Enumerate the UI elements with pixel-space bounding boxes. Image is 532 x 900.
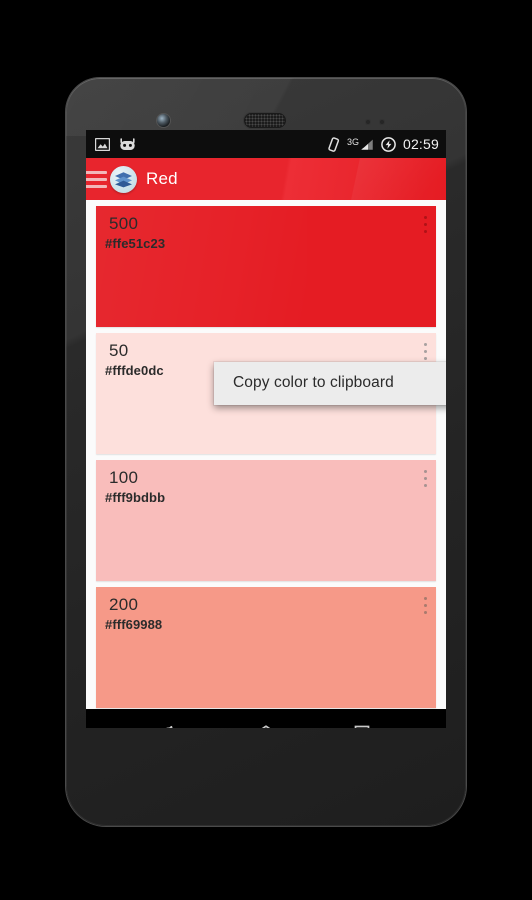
phone-screen: 3G 02:59 Red 500 #ffe51c23 50 #fffde0dc … [86, 130, 446, 728]
signal-3g-icon: 3G [346, 136, 374, 151]
front-camera-icon [157, 114, 170, 127]
status-bar-clock: 02:59 [402, 136, 439, 152]
status-bar-right-icons: 3G 02:59 [327, 136, 439, 152]
page-title: Red [146, 169, 178, 188]
status-bar: 3G 02:59 [86, 130, 446, 158]
color-hex-label: #fff69988 [105, 617, 163, 632]
cyanogenmod-icon [119, 137, 136, 151]
screenshot-notification-icon [95, 137, 110, 151]
hamburger-menu-icon[interactable] [86, 170, 107, 188]
overflow-menu-icon[interactable] [424, 597, 427, 614]
status-bar-left-icons [95, 137, 136, 151]
screenshot-stage: 3G 02:59 Red 500 #ffe51c23 50 #fffde0dc … [0, 0, 532, 900]
proximity-sensor-icon [365, 119, 371, 125]
overflow-menu-icon[interactable] [424, 343, 427, 360]
earpiece-speaker-icon [243, 112, 287, 129]
menu-item-copy-color[interactable]: Copy color to clipboard [214, 362, 446, 405]
color-name-label: 200 [109, 595, 139, 614]
color-name-label: 500 [109, 214, 139, 233]
color-list[interactable]: 500 #ffe51c23 50 #fffde0dc Copy color to… [86, 200, 446, 709]
color-name-label: 100 [109, 468, 139, 487]
charging-icon [381, 136, 396, 152]
color-card[interactable]: 50 #fffde0dc Copy color to clipboard [96, 333, 446, 454]
network-type-label: 3G [346, 136, 359, 147]
home-button[interactable] [249, 719, 283, 728]
overflow-menu-icon[interactable] [424, 216, 427, 233]
phone-device-frame: 3G 02:59 Red 500 #ffe51c23 50 #fffde0dc … [66, 78, 466, 826]
layers-app-icon [110, 165, 137, 193]
overflow-menu-icon[interactable] [424, 470, 427, 487]
back-button[interactable] [154, 719, 188, 728]
color-card[interactable]: 500 #ffe51c23 [96, 206, 436, 327]
color-hex-label: #fff9bdbb [105, 490, 166, 505]
recents-button[interactable] [344, 719, 378, 728]
color-name-label: 50 [109, 341, 129, 360]
context-menu[interactable]: Copy color to clipboard [214, 362, 446, 405]
vibrate-icon [327, 136, 340, 152]
color-card[interactable]: 100 #fff9bdbb [96, 460, 436, 581]
color-hex-label: #fffde0dc [105, 363, 164, 378]
color-hex-label: #ffe51c23 [105, 236, 166, 251]
color-card[interactable]: 200 #fff69988 [96, 587, 436, 708]
navigation-bar [86, 709, 446, 728]
app-bar: Red [86, 158, 446, 200]
light-sensor-icon [379, 119, 385, 125]
